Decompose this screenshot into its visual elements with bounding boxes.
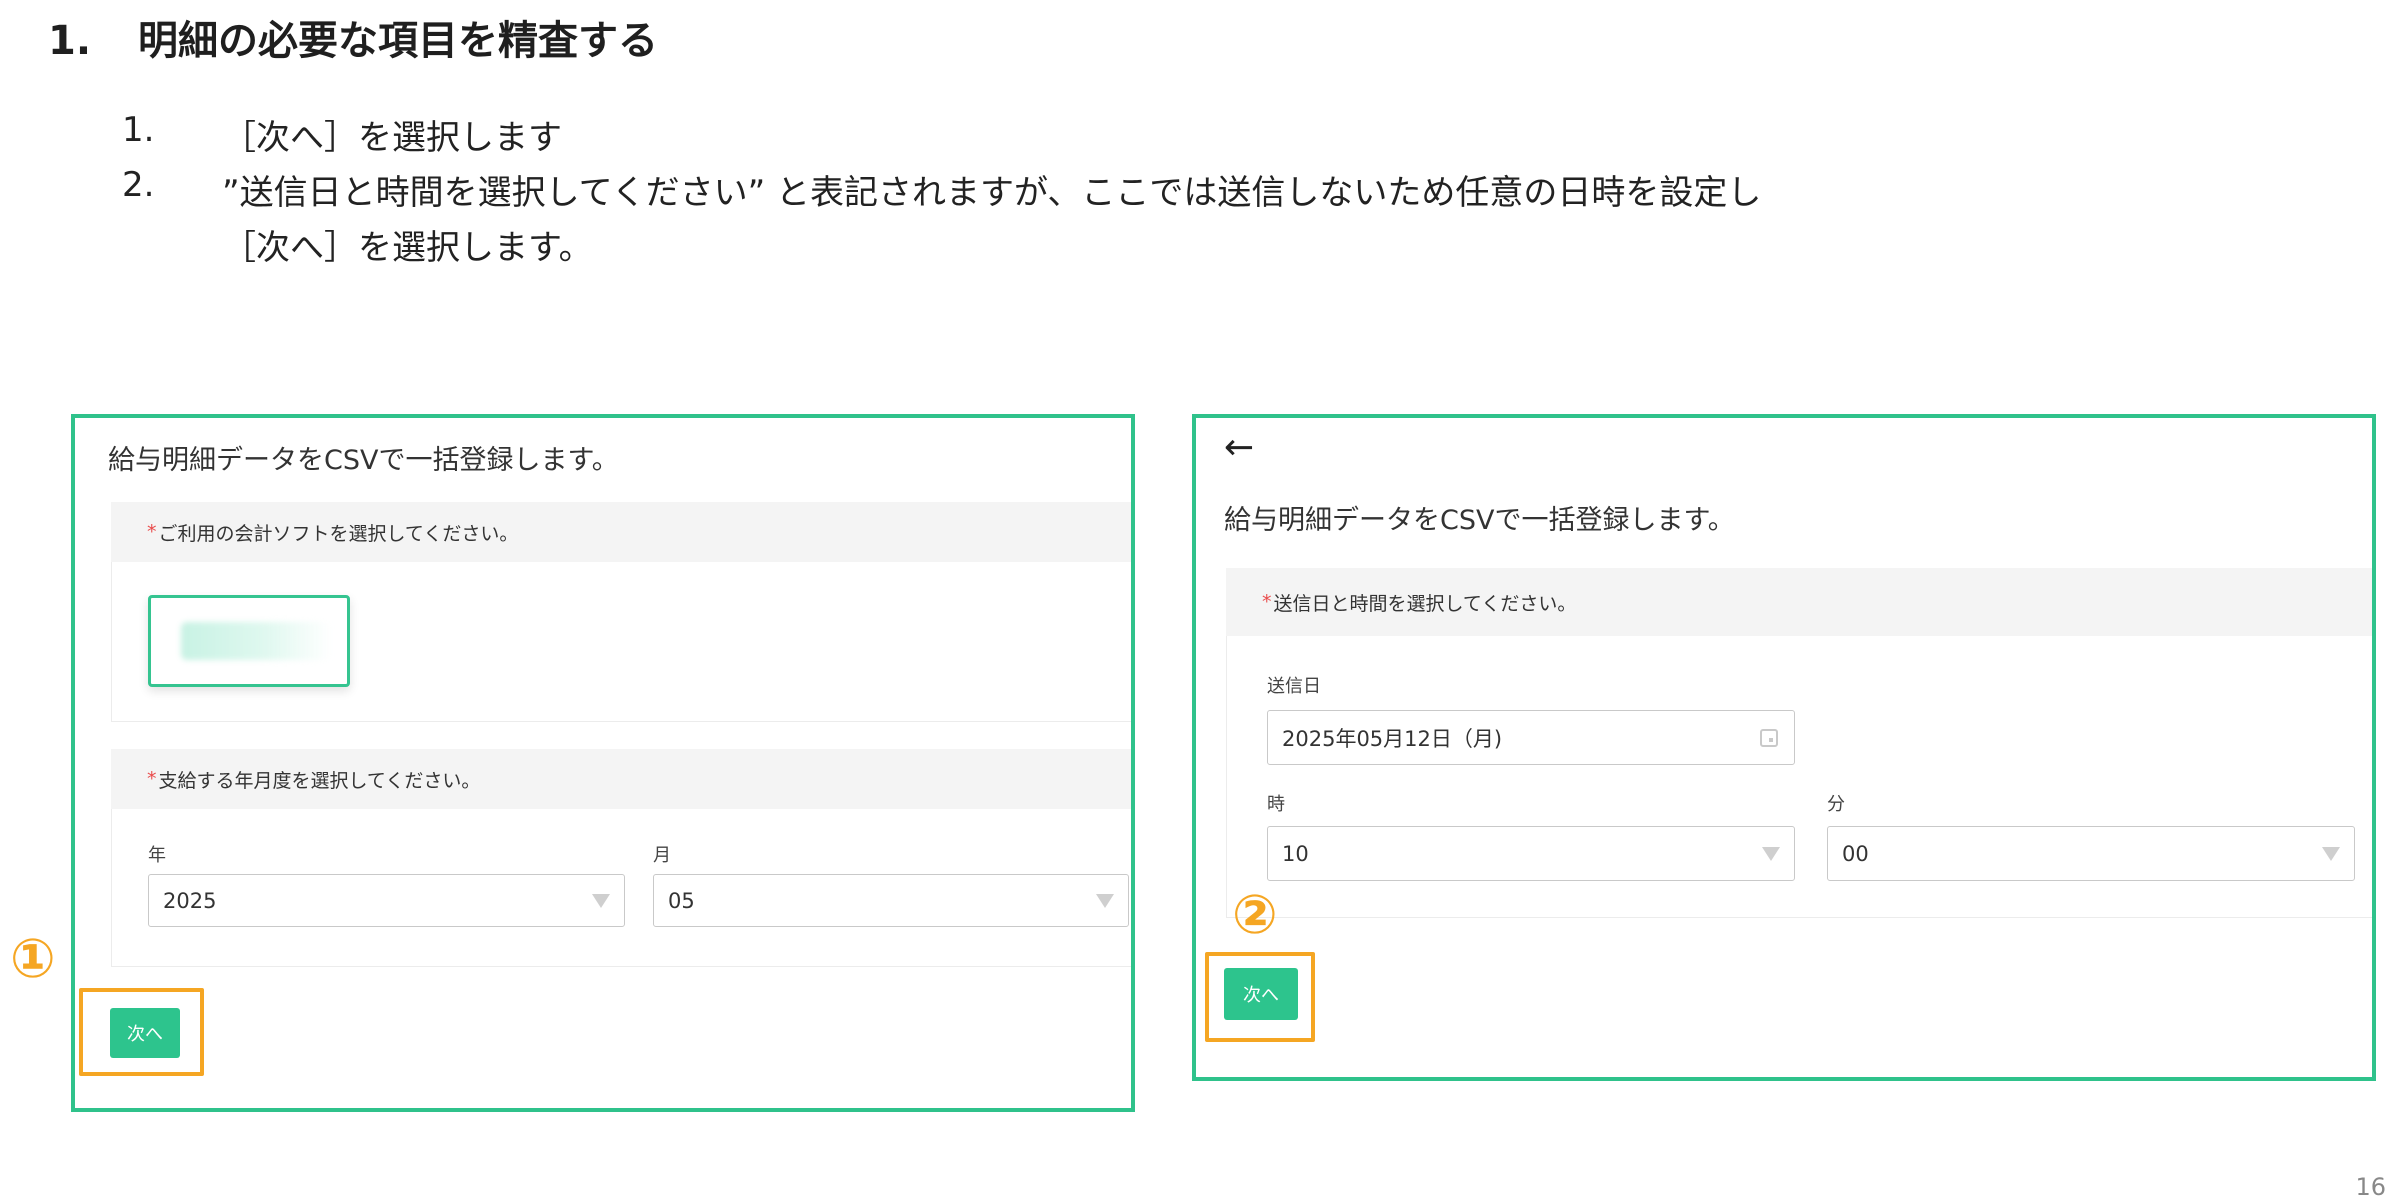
- blurred-software-logo: [181, 622, 331, 660]
- screenshot-panel-2: ← 給与明細データをCSVで一括登録します。 * 送信日と時間を選択してください。…: [1192, 414, 2376, 1081]
- step-number: 1.: [122, 110, 155, 150]
- period-section-label: 支給する年月度を選択してください。: [158, 769, 481, 792]
- required-mark: *: [1262, 591, 1272, 613]
- hour-value: 10: [1282, 841, 1309, 866]
- send-section-header: * 送信日と時間を選択してください。: [1226, 568, 2372, 636]
- required-mark: *: [147, 768, 157, 790]
- hour-label: 時: [1267, 794, 1285, 815]
- required-mark: *: [147, 521, 157, 543]
- panel-title: 給与明細データをCSVで一括登録します。: [1224, 505, 1735, 536]
- back-arrow-icon[interactable]: ←: [1224, 430, 1254, 466]
- minute-label: 分: [1827, 794, 1845, 815]
- period-section-header: * 支給する年月度を選択してください。: [111, 749, 1131, 809]
- instruction-step-2: 2. ”送信日と時間を選択してください” と表記されますが、ここでは送信しないた…: [122, 165, 2022, 213]
- minute-select[interactable]: 00: [1827, 826, 2355, 881]
- dropdown-caret-icon: [1762, 846, 1780, 861]
- calendar-icon: [1760, 728, 1778, 747]
- instruction-step-1: 1. ［次へ］を選択します: [122, 110, 2022, 158]
- month-value: 05: [668, 888, 695, 913]
- software-section-body: [111, 562, 1131, 722]
- period-section-body: 年 2025 月 05: [111, 809, 1131, 967]
- send-date-value: 2025年05月12日（月): [1282, 726, 1503, 751]
- minute-value: 00: [1842, 841, 1869, 866]
- send-section-label: 送信日と時間を選択してください。: [1273, 592, 1577, 615]
- send-date-label: 送信日: [1267, 676, 1321, 697]
- dropdown-caret-icon: [1096, 893, 1114, 908]
- next-button-highlight: [1205, 952, 1315, 1042]
- year-value: 2025: [163, 888, 217, 913]
- step-marker-2: ②: [1232, 883, 1278, 946]
- software-section-label: ご利用の会計ソフトを選択してください。: [158, 522, 519, 545]
- next-button-highlight: [79, 988, 204, 1076]
- step-marker-1: ①: [10, 927, 56, 990]
- send-section-body: 送信日 2025年05月12日（月) 時 10 分 00: [1226, 636, 2372, 918]
- screenshot-panel-1: 給与明細データをCSVで一括登録します。 * ご利用の会計ソフトを選択してください…: [71, 414, 1135, 1112]
- step-text: ”送信日と時間を選択してください” と表記されますが、ここでは送信しないため任意…: [222, 173, 1762, 213]
- year-label: 年: [148, 845, 166, 866]
- year-select[interactable]: 2025: [148, 874, 625, 927]
- month-select[interactable]: 05: [653, 874, 1129, 927]
- panel-title: 給与明細データをCSVで一括登録します。: [108, 445, 619, 476]
- hour-select[interactable]: 10: [1267, 826, 1795, 881]
- instruction-step-2-continuation: ［次へ］を選択します。: [222, 228, 593, 268]
- page-number: 16: [2355, 1173, 2386, 1201]
- step-text: ［次へ］を選択します: [222, 118, 562, 158]
- step-number: 2.: [122, 165, 155, 205]
- accounting-software-option[interactable]: [148, 595, 350, 687]
- send-date-input[interactable]: 2025年05月12日（月): [1267, 710, 1795, 765]
- month-label: 月: [653, 845, 671, 866]
- slide-title: 1. 明細の必要な項目を精査する: [48, 8, 658, 66]
- slide-title-text: 明細の必要な項目を精査する: [138, 18, 658, 64]
- software-section-header: * ご利用の会計ソフトを選択してください。: [111, 502, 1131, 562]
- slide-title-number: 1.: [48, 18, 92, 64]
- dropdown-caret-icon: [2322, 846, 2340, 861]
- dropdown-caret-icon: [592, 893, 610, 908]
